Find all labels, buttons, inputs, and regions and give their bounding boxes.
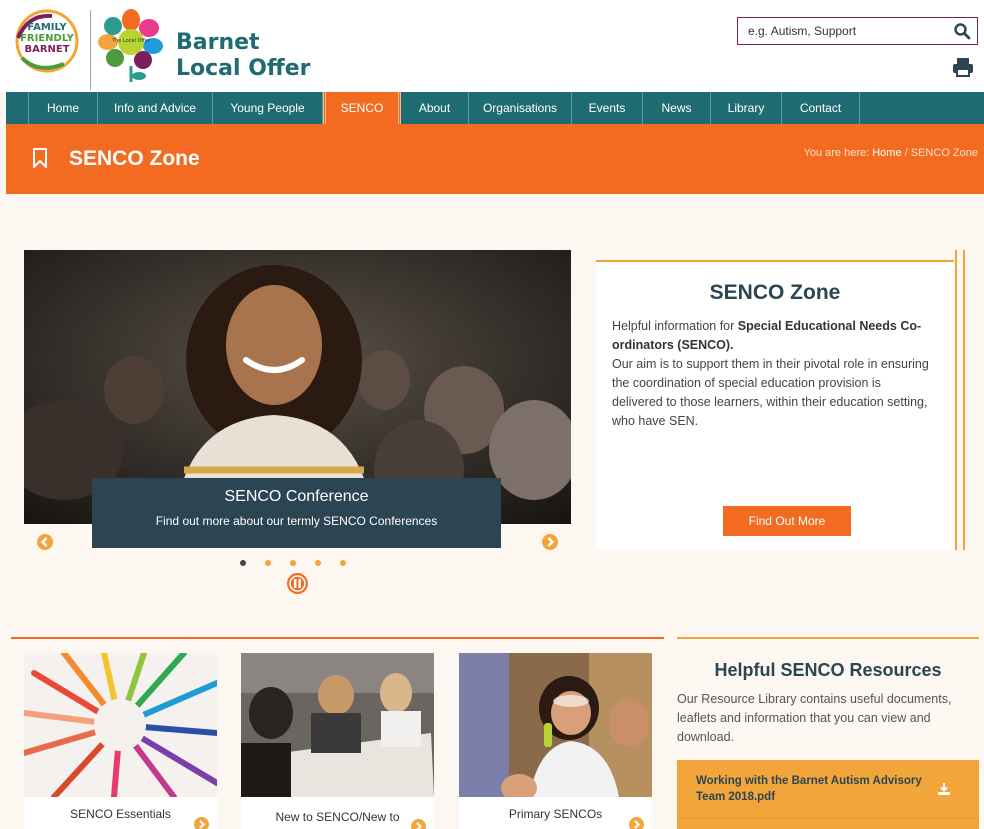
logo-divider bbox=[90, 10, 91, 90]
search-icon[interactable] bbox=[953, 22, 971, 40]
section-divider bbox=[11, 637, 664, 639]
find-out-more-button[interactable]: Find Out More bbox=[723, 506, 851, 536]
search-box bbox=[737, 17, 978, 45]
site-header: FAMILY FRIENDLY BARNET The Local Offer B… bbox=[0, 0, 984, 92]
info-intro: Helpful information for bbox=[612, 319, 735, 333]
card-image bbox=[24, 653, 217, 797]
nav-item-senco[interactable]: SENCO bbox=[323, 92, 401, 124]
slider-next-button[interactable] bbox=[542, 534, 558, 550]
svg-text:The Local Offer: The Local Offer bbox=[111, 38, 151, 44]
page-title: SENCO Zone bbox=[69, 147, 200, 170]
card-new-to-senco[interactable]: New to SENCO/New to bbox=[241, 653, 434, 829]
nav-item-home[interactable]: Home bbox=[28, 92, 98, 124]
nav-item-library[interactable]: Library bbox=[711, 92, 782, 124]
card-image bbox=[241, 653, 434, 797]
senco-info-box: SENCO Zone Helpful information for Speci… bbox=[596, 260, 954, 550]
info-title: SENCO Zone bbox=[709, 281, 841, 304]
chevron-left-icon bbox=[40, 537, 48, 547]
info-decoration-line bbox=[955, 250, 957, 550]
slider-dot[interactable] bbox=[290, 560, 296, 566]
slide-caption[interactable]: SENCO Conference Find out more about our… bbox=[92, 478, 501, 548]
svg-text:FRIENDLY: FRIENDLY bbox=[20, 33, 75, 44]
resource-item[interactable]: Working with the Barnet Autism Advisory … bbox=[677, 760, 979, 818]
slider-dot[interactable] bbox=[265, 560, 271, 566]
local-offer-flower-logo[interactable]: The Local Offer bbox=[95, 8, 167, 84]
resource-item[interactable] bbox=[677, 818, 979, 829]
nav-item-info-and-advice[interactable]: Info and Advice bbox=[98, 92, 213, 124]
breadcrumb-home-link[interactable]: Home bbox=[872, 147, 901, 159]
svg-text:FAMILY: FAMILY bbox=[27, 22, 67, 33]
arrow-circle-icon[interactable] bbox=[629, 817, 644, 829]
slide-caption-title: SENCO Conference bbox=[224, 488, 369, 505]
slider-prev-button[interactable] bbox=[37, 534, 53, 550]
card-image bbox=[459, 653, 652, 797]
arrow-circle-icon[interactable] bbox=[411, 819, 426, 829]
slider-pause-button[interactable] bbox=[287, 573, 308, 594]
breadcrumb: You are here: Home / SENCO Zone bbox=[804, 147, 978, 159]
bookmark-icon bbox=[33, 148, 47, 168]
search-input[interactable] bbox=[738, 18, 943, 44]
card-primary-sencos[interactable]: Primary SENCOs bbox=[459, 653, 652, 829]
card-label: New to SENCO/New to bbox=[275, 810, 400, 824]
section-divider bbox=[677, 637, 979, 639]
slide-caption-subtitle: Find out more about our termly SENCO Con… bbox=[155, 514, 438, 528]
arrow-circle-icon[interactable] bbox=[194, 817, 209, 829]
slider-dot[interactable] bbox=[240, 560, 246, 566]
info-decoration-line bbox=[963, 250, 965, 550]
family-friendly-barnet-logo[interactable]: FAMILY FRIENDLY BARNET bbox=[8, 8, 86, 74]
card-label: SENCO Essentials bbox=[70, 807, 171, 821]
svg-text:BARNET: BARNET bbox=[24, 44, 69, 55]
nav-item-organisations[interactable]: Organisations bbox=[469, 92, 572, 124]
nav-item-events[interactable]: Events bbox=[572, 92, 643, 124]
nav-item-about[interactable]: About bbox=[401, 92, 469, 124]
main-navigation: Home Info and Advice Young People SENCO Abou… bbox=[6, 92, 984, 124]
page-banner: SENCO Zone You are here: Home / SENCO Zo… bbox=[6, 124, 984, 194]
pause-icon bbox=[289, 575, 306, 592]
brand-line-2: Local Offer bbox=[176, 56, 311, 81]
brand-line-1: Barnet bbox=[176, 30, 260, 55]
info-body: Our aim is to support them in their pivo… bbox=[612, 357, 929, 428]
chevron-right-icon bbox=[547, 537, 555, 547]
slider-dot[interactable] bbox=[315, 560, 321, 566]
slider-dot[interactable] bbox=[340, 560, 346, 566]
nav-item-news[interactable]: News bbox=[643, 92, 711, 124]
info-text: Helpful information for Special Educatio… bbox=[612, 317, 932, 431]
brand-title[interactable]: Barnet Local Offer bbox=[176, 30, 311, 82]
slider-dots bbox=[240, 560, 365, 566]
resources-text: Our Resource Library contains useful doc… bbox=[677, 692, 952, 744]
card-senco-essentials[interactable]: SENCO Essentials bbox=[24, 653, 217, 829]
resources-title: Helpful SENCO Resources bbox=[714, 660, 942, 680]
breadcrumb-prefix: You are here: bbox=[803, 147, 870, 159]
resource-item-label: Working with the Barnet Autism Advisory … bbox=[696, 775, 922, 803]
nav-item-contact[interactable]: Contact bbox=[782, 92, 860, 124]
download-icon[interactable] bbox=[937, 782, 951, 796]
nav-item-young-people[interactable]: Young People bbox=[213, 92, 323, 124]
print-icon[interactable] bbox=[952, 56, 974, 78]
card-label: Primary SENCOs bbox=[508, 807, 603, 821]
breadcrumb-current: / SENCO Zone bbox=[904, 147, 978, 159]
